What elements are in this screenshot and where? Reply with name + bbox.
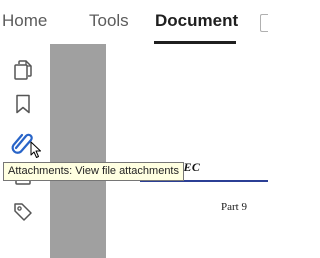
- tab-tools[interactable]: Tools: [89, 11, 129, 31]
- tags-button[interactable]: [9, 198, 37, 226]
- document-subtext: Part 9: [221, 201, 247, 213]
- tab-home[interactable]: Home: [2, 11, 47, 31]
- pages-icon: [14, 60, 32, 80]
- top-tab-bar: Home Tools Document: [0, 0, 268, 44]
- tab-document[interactable]: Document: [155, 11, 238, 31]
- bookmarks-button[interactable]: [9, 90, 37, 118]
- tag-icon: [14, 203, 32, 221]
- mouse-cursor-icon: [30, 141, 41, 158]
- document-page[interactable]: T TEC Part 9: [106, 44, 268, 258]
- next-tab-edge[interactable]: [260, 14, 268, 32]
- attachments-tooltip: Attachments: View file attachments: [3, 162, 184, 181]
- bookmark-icon: [16, 94, 30, 114]
- document-canvas-background: [50, 44, 106, 258]
- left-navigation-rail: [0, 44, 50, 258]
- page-thumbnails-button[interactable]: [9, 56, 37, 84]
